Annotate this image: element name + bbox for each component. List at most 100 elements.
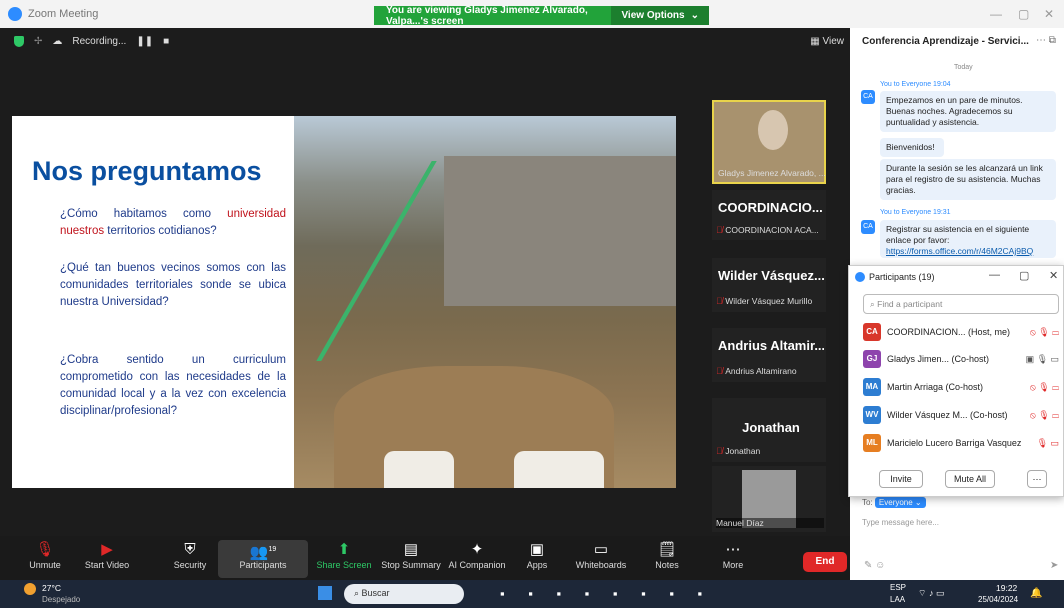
avatar: CA: [861, 90, 875, 104]
slide-photo: [294, 116, 676, 488]
companion-label: AI Companion: [448, 560, 506, 570]
more-options-button[interactable]: ⋯: [1027, 470, 1047, 488]
close-icon[interactable]: ✕: [1044, 7, 1054, 21]
taskbar-apps[interactable]: ▪ ▪ ▪ ▪ ▪ ▪ ▪ ▪: [500, 586, 712, 601]
participant-name: Maricielo Lucero Barriga Vasquez: [887, 438, 1022, 448]
thumb-label: Wilder Vásquez Murillo: [725, 296, 813, 306]
search-input[interactable]: ⌕ Find a participant: [863, 294, 1059, 314]
start-video-button[interactable]: ▶ Start Video: [78, 540, 136, 570]
apps-label: Apps: [526, 560, 548, 570]
clock-time: 19:22: [996, 583, 1018, 593]
view-label: View: [822, 36, 845, 47]
photo-bag: [384, 451, 454, 488]
avatar: CA: [861, 220, 875, 234]
send-icon[interactable]: ➤: [1050, 560, 1058, 571]
shield-icon: [14, 36, 24, 47]
more-button[interactable]: ⋯ More: [718, 540, 748, 570]
participants-panel: Participants (19) — ▢ ✕ ⌕ Find a partici…: [848, 265, 1064, 497]
mic-muted-icon: ⦸ 🎙 ▭: [1029, 326, 1059, 337]
recipient-value: Everyone: [878, 498, 913, 507]
search-placeholder: Find a participant: [877, 299, 943, 309]
chat-link[interactable]: https://forms.office.com/r/46M2CAj9BQ: [886, 246, 1033, 256]
more-icon[interactable]: ⋯ ⧉: [1036, 35, 1056, 46]
stop-recording-button[interactable]: ■: [163, 36, 169, 47]
mute-all-button[interactable]: Mute All: [945, 470, 995, 488]
mic-muted-icon: 🎙̸: [716, 225, 726, 235]
whiteboard-icon: ▭: [593, 541, 609, 558]
photo-bag: [514, 451, 604, 488]
mic-muted-icon: 🎙̸: [716, 446, 726, 456]
close-icon[interactable]: ✕: [1049, 269, 1058, 282]
recipient-select[interactable]: Everyone ⌄: [874, 497, 926, 508]
thumb-label: Manuel Díaz: [716, 518, 824, 528]
mic-muted-icon: 🎙̸: [716, 366, 726, 376]
camera-off-icon: ▶: [101, 541, 113, 558]
participant-row[interactable]: ML Maricielo Lucero Barriga Vasquez 🎙 ▭: [863, 432, 1059, 454]
participant-name: Martin Arriaga (Co-host): [887, 382, 984, 392]
people-icon: 👥19: [249, 544, 277, 561]
invite-button[interactable]: Invite: [879, 470, 923, 488]
lang-bottom: LAA: [890, 595, 906, 604]
participant-row[interactable]: MA Martin Arriaga (Co-host) ⦸ 🎙 ▭: [863, 376, 1059, 398]
minimize-icon[interactable]: —: [990, 7, 1002, 21]
security-label: Security: [173, 560, 207, 570]
thumb-andrius[interactable]: Andrius Altamir... 🎙̸ Andrius Altamirano: [712, 328, 826, 382]
wifi-icon[interactable]: ⌔ ♪ ▭: [918, 588, 944, 599]
thumb-coordinacion[interactable]: COORDINACIO... 🎙̸ COORDINACION ACA...: [712, 190, 826, 240]
meeting-stage: ✢ ☁ Recording... ❚❚ ■ ▦ View Nos pregunt…: [0, 28, 850, 556]
mic-muted-icon: 🎙: [35, 541, 55, 558]
chat-message: Bienvenidos!: [880, 138, 944, 157]
end-meeting-button[interactable]: End: [803, 552, 847, 572]
stop-summary-button[interactable]: ▤ Stop Summary: [380, 540, 442, 570]
zoom-icon: [855, 272, 865, 282]
chat-date: Today: [954, 64, 973, 71]
participant-row[interactable]: WV Wilder Vásquez M... (Co-host) ⦸ 🎙 ▭: [863, 404, 1059, 426]
app-title: Zoom Meeting: [8, 7, 98, 21]
whiteboards-button[interactable]: ▭ Whiteboards: [572, 540, 630, 570]
thumb-gladys[interactable]: Gladys Jimenez Alvarado, ...: [712, 100, 826, 184]
notes-button[interactable]: 🗒 Notes: [652, 540, 682, 570]
view-button[interactable]: ▦ View: [810, 36, 844, 47]
temperature: 27°C: [42, 583, 61, 593]
thumb-wilder[interactable]: Wilder Vásquez... 🎙̸ Wilder Vásquez Muri…: [712, 258, 826, 312]
pop-out-icon[interactable]: ▢: [1019, 269, 1029, 282]
minimize-icon[interactable]: —: [989, 269, 1000, 281]
taskbar-search-placeholder: Buscar: [361, 588, 390, 598]
avatar: CA: [863, 323, 881, 341]
chat-input[interactable]: Type message here...: [862, 518, 939, 527]
share-screen-button[interactable]: ⬆ Share Screen: [316, 540, 372, 570]
apps-button[interactable]: ▣ Apps: [522, 540, 552, 570]
security-button[interactable]: ⛨ Security: [168, 540, 212, 570]
maximize-icon[interactable]: ▢: [1018, 7, 1029, 21]
thumb-name: COORDINACIO...: [718, 200, 823, 215]
avatar: GJ: [863, 350, 881, 368]
q1-highlight: universidad: [227, 208, 286, 220]
chat-message: Empezamos en un pare de minutos. Buenas …: [880, 91, 1056, 132]
bell-icon[interactable]: 🔔: [1030, 588, 1042, 599]
participant-name: COORDINACION... (Host, me): [887, 327, 1011, 337]
more-icon: ⋯: [725, 541, 741, 558]
participant-row[interactable]: CA COORDINACION... (Host, me) ⦸ 🎙 ▭: [863, 321, 1059, 343]
thumb-manuel[interactable]: Manuel Díaz: [712, 466, 826, 532]
sparkle-icon: ✦: [470, 541, 484, 558]
mic-muted-icon: 🎙̸: [716, 296, 726, 306]
windows-start-icon[interactable]: [318, 586, 332, 600]
slide-title: Nos preguntamos: [32, 156, 262, 186]
meeting-toolbar: 🎙 Unmute ▶ Start Video ⛨ Security 👥19 Partic…: [0, 536, 850, 580]
pause-recording-button[interactable]: ❚❚: [136, 36, 153, 47]
clock-date: 25/04/2024: [978, 595, 1019, 604]
participants-button[interactable]: 👥19 Participants: [218, 540, 308, 578]
thumb-jonathan[interactable]: Jonathan 🎙̸ Jonathan: [712, 398, 826, 462]
view-options-button[interactable]: View Options ⌄: [611, 6, 709, 25]
ai-companion-button[interactable]: ✦ AI Companion: [448, 540, 506, 570]
emoji-icon[interactable]: ✎ ☺: [864, 560, 885, 571]
unmute-label: Unmute: [29, 560, 61, 570]
avatar: WV: [863, 406, 881, 424]
search-icon: ⌕: [354, 588, 362, 598]
participants-count: 19: [268, 546, 277, 553]
participant-row[interactable]: GJ Gladys Jimen... (Co-host) ▣ 🎙 ▭: [863, 348, 1059, 370]
unmute-button[interactable]: 🎙 Unmute: [20, 540, 70, 570]
taskbar-search[interactable]: ⌕ Buscar: [344, 584, 464, 604]
cloud-icon: ☁: [52, 36, 63, 47]
participant-name: Gladys Jimen... (Co-host): [887, 354, 990, 364]
